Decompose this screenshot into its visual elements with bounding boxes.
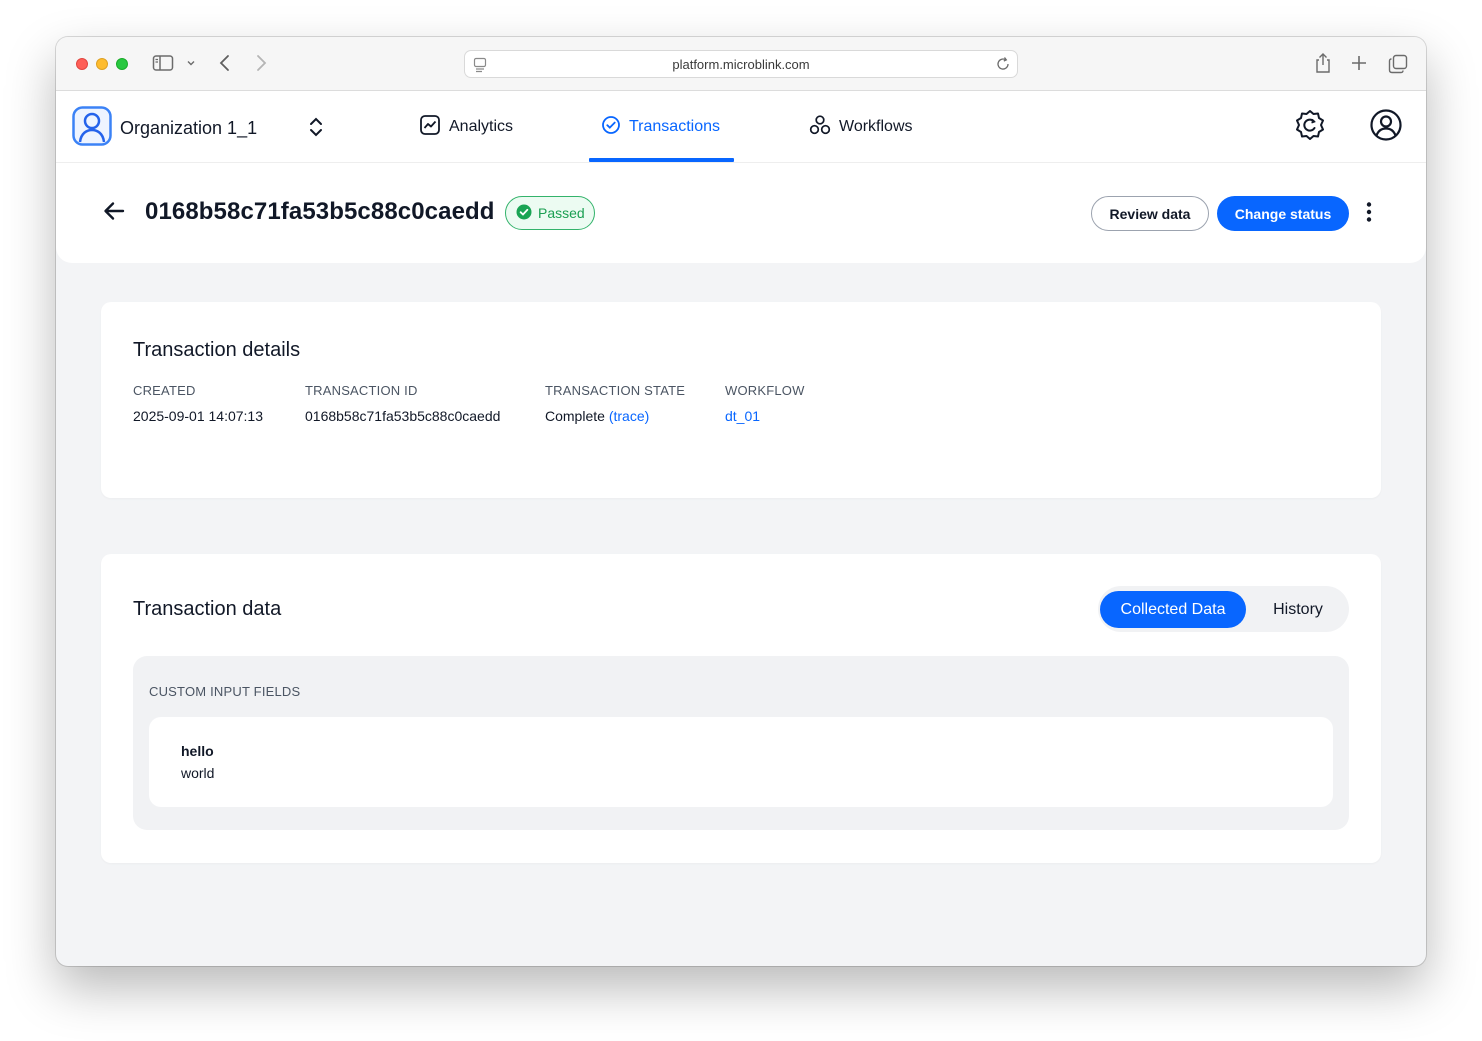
close-window-button[interactable] <box>76 58 88 70</box>
nav-transactions-label: Transactions <box>629 118 720 135</box>
more-options-icon[interactable] <box>1359 200 1379 229</box>
custom-input-fields-label: CUSTOM INPUT FIELDS <box>149 684 301 699</box>
trace-link[interactable]: (trace) <box>609 408 649 424</box>
forward-nav-icon[interactable] <box>254 54 268 72</box>
back-arrow-icon[interactable] <box>102 199 126 228</box>
workflow-label: WORKFLOW <box>725 383 805 398</box>
user-account-icon[interactable] <box>1369 108 1403 147</box>
data-title: Transaction data <box>133 598 282 620</box>
workflows-icon <box>809 114 831 141</box>
status-label: Passed <box>538 205 585 221</box>
transaction-state-field: TRANSACTION STATE Complete (trace) <box>545 383 685 424</box>
custom-field-value: world <box>181 765 215 781</box>
workflow-link[interactable]: dt_01 <box>725 408 805 424</box>
nav-analytics[interactable]: Analytics <box>419 91 513 163</box>
new-tab-icon[interactable] <box>1350 54 1368 72</box>
app-header: Organization 1_1 Analytics Transactions … <box>56 91 1426 163</box>
browser-window: platform.microblink.com Organization 1_1 <box>56 37 1426 966</box>
custom-field-item: hello world <box>149 717 1333 807</box>
transaction-id-label: TRANSACTION ID <box>305 383 418 398</box>
tab-history[interactable]: History <box>1258 591 1338 628</box>
status-badge: Passed <box>505 196 595 230</box>
nav-analytics-label: Analytics <box>449 118 514 135</box>
reload-icon[interactable] <box>995 56 1011 75</box>
chevron-up-down-icon[interactable] <box>308 115 324 144</box>
state-text: Complete <box>545 408 605 424</box>
details-title: Transaction details <box>133 339 301 361</box>
transaction-titlebar: 0168b58c71fa53b5c88c0caedd Passed Review… <box>56 163 1426 263</box>
change-status-button[interactable]: Change status <box>1217 196 1349 231</box>
browser-toolbar: platform.microblink.com <box>56 37 1426 91</box>
analytics-icon <box>419 114 441 141</box>
tab-overview-icon[interactable] <box>1388 54 1408 74</box>
minimize-window-button[interactable] <box>96 58 108 70</box>
created-value: 2025-09-01 14:07:13 <box>133 408 263 424</box>
url-text: platform.microblink.com <box>672 56 810 72</box>
review-data-button[interactable]: Review data <box>1091 196 1209 231</box>
back-nav-icon[interactable] <box>218 54 232 72</box>
nav-workflows[interactable]: Workflows <box>809 91 913 163</box>
check-circle-icon <box>601 115 621 140</box>
check-badge-icon <box>516 204 532 223</box>
nav-workflows-label: Workflows <box>839 118 913 135</box>
workflow-field: WORKFLOW dt_01 <box>725 383 805 424</box>
custom-field-key: hello <box>181 743 214 759</box>
created-label: CREATED <box>133 383 196 398</box>
transaction-state-value: Complete (trace) <box>545 408 685 424</box>
data-view-toggle: Collected Data History <box>1098 586 1349 632</box>
sidebar-toggle-icon[interactable] <box>152 54 174 72</box>
transaction-id-value: 0168b58c71fa53b5c88c0caedd <box>305 408 501 424</box>
site-settings-icon[interactable] <box>473 57 487 76</box>
created-field: CREATED 2025-09-01 14:07:13 <box>133 383 263 424</box>
settings-gear-icon[interactable] <box>1293 108 1327 147</box>
transaction-data-card: Transaction data Collected Data History … <box>101 554 1381 863</box>
transaction-details-card: Transaction details CREATED 2025-09-01 1… <box>101 302 1381 498</box>
transaction-id-field: TRANSACTION ID 0168b58c71fa53b5c88c0caed… <box>305 383 500 424</box>
page-title: 0168b58c71fa53b5c88c0caedd <box>145 198 495 225</box>
organization-avatar-icon[interactable] <box>72 106 112 146</box>
transaction-state-label: TRANSACTION STATE <box>545 383 686 398</box>
custom-input-fields-panel: CUSTOM INPUT FIELDS hello world <box>133 656 1349 830</box>
maximize-window-button[interactable] <box>116 58 128 70</box>
chevron-down-icon[interactable] <box>186 58 196 68</box>
address-bar[interactable]: platform.microblink.com <box>464 50 1018 78</box>
active-tab-indicator <box>589 158 734 162</box>
nav-transactions[interactable]: Transactions <box>601 91 720 163</box>
organization-name[interactable]: Organization 1_1 <box>120 118 257 139</box>
share-icon[interactable] <box>1314 52 1332 74</box>
tab-collected-data[interactable]: Collected Data <box>1100 591 1246 628</box>
